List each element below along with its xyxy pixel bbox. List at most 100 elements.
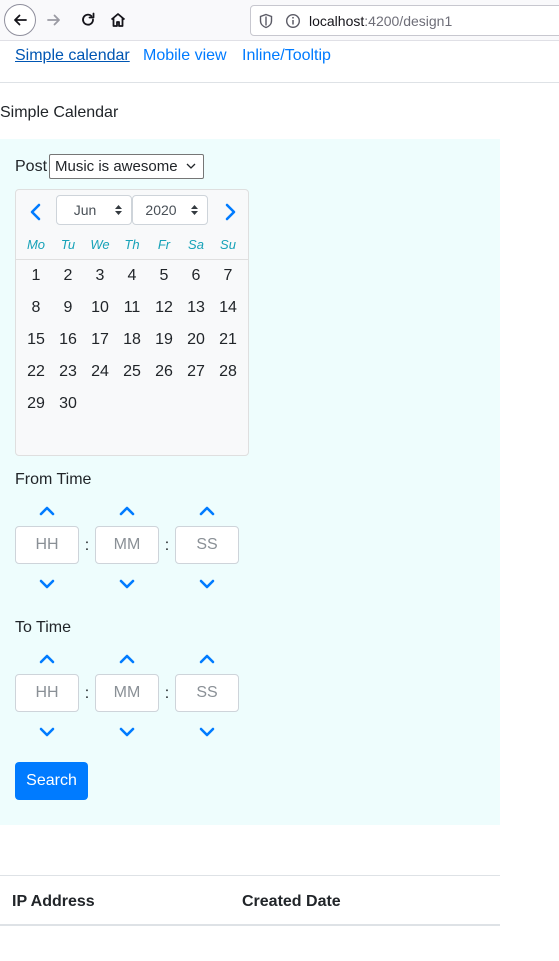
day-cell[interactable]: 21 bbox=[212, 324, 244, 356]
weekday-label: Su bbox=[220, 237, 236, 252]
day-cell[interactable]: 17 bbox=[84, 324, 116, 356]
day-cell[interactable]: 8 bbox=[20, 292, 52, 324]
increment-hours-button[interactable] bbox=[37, 504, 57, 518]
to-time-picker: HH : MM : SS bbox=[15, 652, 245, 742]
chevron-up-icon bbox=[119, 654, 135, 664]
minutes-input[interactable]: MM bbox=[95, 674, 159, 712]
day-cell[interactable]: 19 bbox=[148, 324, 180, 356]
chevron-down-icon bbox=[39, 579, 55, 589]
chevron-down-icon bbox=[199, 727, 215, 737]
day-cell[interactable]: 14 bbox=[212, 292, 244, 324]
increment-minutes-button[interactable] bbox=[117, 504, 137, 518]
week-row: 22 23 24 25 26 27 28 bbox=[20, 356, 244, 388]
filter-panel: Post Music is awesome Jun 2020 Mo Tu We … bbox=[0, 139, 500, 825]
forward-button[interactable] bbox=[38, 4, 70, 36]
chevron-down-icon bbox=[199, 579, 215, 589]
decrement-minutes-button[interactable] bbox=[117, 577, 137, 591]
browser-toolbar: localhost:4200/design1 bbox=[0, 0, 559, 41]
datepicker: Jun 2020 Mo Tu We Th Fr Sa Su 1 2 3 4 5 … bbox=[15, 189, 249, 456]
day-cell[interactable]: 16 bbox=[52, 324, 84, 356]
day-cell[interactable]: 1 bbox=[20, 260, 52, 292]
nav-link-inline-tooltip[interactable]: Inline/Tooltip bbox=[242, 45, 331, 67]
nav-link-simple-calendar[interactable]: Simple calendar bbox=[15, 45, 130, 67]
chevron-up-icon bbox=[199, 506, 215, 516]
search-button[interactable]: Search bbox=[15, 762, 88, 800]
hours-input[interactable]: HH bbox=[15, 526, 79, 564]
year-select[interactable]: 2020 bbox=[132, 195, 208, 225]
time-separator: : bbox=[164, 537, 170, 554]
day-cell[interactable]: 29 bbox=[20, 388, 52, 420]
seconds-input[interactable]: SS bbox=[175, 674, 239, 712]
info-icon[interactable] bbox=[285, 13, 301, 29]
day-cell[interactable]: 7 bbox=[212, 260, 244, 292]
to-seconds: SS bbox=[175, 652, 239, 742]
url-path: :4200/design1 bbox=[364, 12, 453, 29]
day-cell[interactable]: 20 bbox=[180, 324, 212, 356]
chevron-down-icon bbox=[119, 579, 135, 589]
day-cell[interactable]: 2 bbox=[52, 260, 84, 292]
day-cell[interactable]: 23 bbox=[52, 356, 84, 388]
day-cell[interactable]: 27 bbox=[180, 356, 212, 388]
time-separator: : bbox=[164, 685, 170, 702]
home-button[interactable] bbox=[102, 4, 134, 36]
next-month-button[interactable] bbox=[218, 202, 242, 222]
to-time-label: To Time bbox=[15, 619, 72, 636]
chevron-down-icon bbox=[119, 727, 135, 737]
decrement-minutes-button[interactable] bbox=[117, 725, 137, 739]
decrement-seconds-button[interactable] bbox=[197, 577, 217, 591]
decrement-seconds-button[interactable] bbox=[197, 725, 217, 739]
day-cell[interactable]: 4 bbox=[116, 260, 148, 292]
chevron-up-icon bbox=[39, 654, 55, 664]
day-cell[interactable]: 10 bbox=[84, 292, 116, 324]
app-nav: Simple calendar Mobile view Inline/Toolt… bbox=[0, 41, 559, 83]
day-cell[interactable]: 30 bbox=[52, 388, 84, 420]
url-bar[interactable]: localhost:4200/design1 bbox=[250, 5, 559, 36]
url-text: localhost:4200/design1 bbox=[309, 13, 452, 29]
day-cell[interactable]: 22 bbox=[20, 356, 52, 388]
weekday-row: Mo Tu We Th Fr Sa Su bbox=[20, 234, 244, 256]
day-cell[interactable]: 15 bbox=[20, 324, 52, 356]
month-value: Jun bbox=[73, 202, 97, 218]
day-cell[interactable]: 28 bbox=[212, 356, 244, 388]
day-cell[interactable]: 5 bbox=[148, 260, 180, 292]
day-cell[interactable]: 24 bbox=[84, 356, 116, 388]
weekday-label: Th bbox=[124, 237, 140, 252]
from-seconds: SS bbox=[175, 504, 239, 594]
decrement-hours-button[interactable] bbox=[37, 577, 57, 591]
prev-month-button[interactable] bbox=[24, 202, 48, 222]
day-cell[interactable]: 26 bbox=[148, 356, 180, 388]
increment-seconds-button[interactable] bbox=[197, 652, 217, 666]
day-cell[interactable]: 12 bbox=[148, 292, 180, 324]
back-button[interactable] bbox=[4, 4, 36, 36]
sort-icon bbox=[115, 205, 122, 215]
day-cell[interactable]: 18 bbox=[116, 324, 148, 356]
seconds-input[interactable]: SS bbox=[175, 526, 239, 564]
day-cell[interactable]: 9 bbox=[52, 292, 84, 324]
decrement-hours-button[interactable] bbox=[37, 725, 57, 739]
post-select-value: Music is awesome bbox=[55, 158, 178, 175]
reload-button[interactable] bbox=[72, 4, 104, 36]
nav-link-mobile-view[interactable]: Mobile view bbox=[143, 45, 227, 67]
minutes-input[interactable]: MM bbox=[95, 526, 159, 564]
shield-icon[interactable] bbox=[258, 13, 274, 29]
results-table-header: IP Address Created Date bbox=[0, 875, 500, 926]
day-grid: 1 2 3 4 5 6 7 8 9 10 11 12 13 14 15 16 1… bbox=[20, 260, 244, 420]
hours-input[interactable]: HH bbox=[15, 674, 79, 712]
weekday-label: Mo bbox=[26, 237, 46, 252]
weekday-label: Fr bbox=[157, 237, 171, 252]
chevron-left-icon bbox=[30, 203, 41, 221]
day-cell[interactable]: 25 bbox=[116, 356, 148, 388]
increment-hours-button[interactable] bbox=[37, 652, 57, 666]
day-cell[interactable]: 11 bbox=[116, 292, 148, 324]
increment-minutes-button[interactable] bbox=[117, 652, 137, 666]
year-value: 2020 bbox=[145, 202, 177, 218]
day-cell[interactable]: 6 bbox=[180, 260, 212, 292]
increment-seconds-button[interactable] bbox=[197, 504, 217, 518]
day-cell[interactable]: 3 bbox=[84, 260, 116, 292]
day-cell[interactable]: 13 bbox=[180, 292, 212, 324]
weekday-label: Tu bbox=[60, 237, 76, 252]
week-row: 8 9 10 11 12 13 14 bbox=[20, 292, 244, 324]
post-select[interactable]: Music is awesome bbox=[49, 154, 204, 179]
month-select[interactable]: Jun bbox=[56, 195, 132, 225]
column-header-ip-address: IP Address bbox=[12, 893, 95, 910]
